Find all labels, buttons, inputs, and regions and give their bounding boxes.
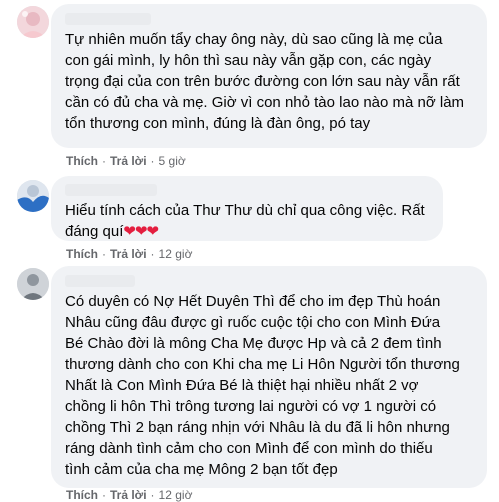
comment-time[interactable]: 12 giờ xyxy=(159,247,193,261)
reply-button[interactable]: Trả lời xyxy=(110,154,147,168)
comment-text-body: Hiểu tính cách của Thư Thư dù chỉ qua cô… xyxy=(65,202,425,240)
avatar-image xyxy=(17,180,49,212)
comment-author[interactable] xyxy=(65,184,157,196)
comment-text: Hiểu tính cách của Thư Thư dù chỉ qua cô… xyxy=(65,200,433,242)
avatar-image xyxy=(17,6,49,38)
comment-time[interactable]: 12 giờ xyxy=(159,488,193,502)
separator-dot: · xyxy=(102,154,106,168)
reply-button[interactable]: Trả lời xyxy=(110,247,147,261)
comment-bubble: Tự nhiên muốn tẩy chay ông này, dù sao c… xyxy=(51,4,487,148)
separator-dot: · xyxy=(150,154,155,168)
comment-time[interactable]: 5 giờ xyxy=(159,154,186,168)
avatar-image xyxy=(17,268,49,300)
avatar[interactable] xyxy=(17,180,49,212)
separator-dot: · xyxy=(150,488,155,502)
comment-bubble: Hiểu tính cách của Thư Thư dù chỉ qua cô… xyxy=(51,176,443,241)
comment-bubble: Có duyên có Nợ Hết Duyên Thì để cho im đ… xyxy=(51,266,487,488)
comment-author[interactable] xyxy=(65,13,151,25)
separator-dot: · xyxy=(102,247,106,261)
reply-button[interactable]: Trả lời xyxy=(110,488,147,502)
comment-actions: Thích · Trả lời · 12 giờ xyxy=(66,247,192,261)
comment-actions: Thích · Trả lời · 5 giờ xyxy=(66,154,186,168)
comment-author[interactable] xyxy=(65,275,135,287)
avatar[interactable] xyxy=(17,268,49,300)
separator-dot: · xyxy=(102,488,106,502)
comment-text: Có duyên có Nợ Hết Duyên Thì để cho im đ… xyxy=(65,293,460,478)
like-button[interactable]: Thích xyxy=(66,154,98,168)
comment-actions: Thích · Trả lời · 12 giờ xyxy=(66,488,192,502)
heart-emoji-icon: ❤❤❤ xyxy=(123,223,159,240)
separator-dot: · xyxy=(150,247,155,261)
like-button[interactable]: Thích xyxy=(66,488,98,502)
like-button[interactable]: Thích xyxy=(66,247,98,261)
comment-text: Tự nhiên muốn tẩy chay ông này, dù sao c… xyxy=(65,31,465,132)
avatar[interactable] xyxy=(17,6,49,38)
